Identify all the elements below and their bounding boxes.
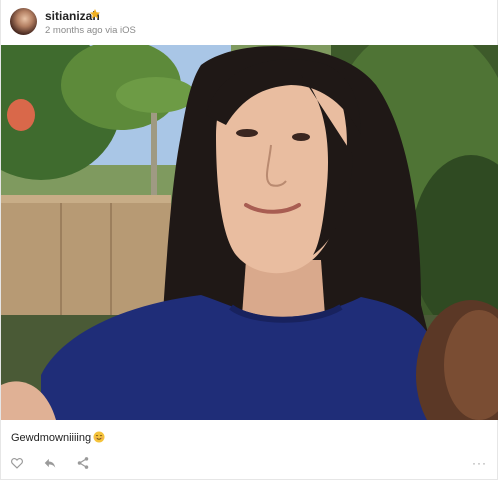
- star-icon: [90, 9, 100, 19]
- post-caption: Gewdmowniiiing: [11, 431, 105, 444]
- caption-text: Gewdmowniiiing: [11, 432, 92, 444]
- reply-arrow-icon[interactable]: [43, 456, 57, 470]
- selfie-illustration: [1, 45, 498, 420]
- share-icon[interactable]: [76, 456, 90, 470]
- post-header: sitianizah 2 months ago via iOS: [1, 0, 498, 44]
- smiling-emoji-icon: [93, 431, 105, 443]
- more-dots-icon[interactable]: ···: [472, 457, 487, 469]
- post-photo[interactable]: [1, 45, 498, 420]
- post-card: sitianizah 2 months ago via iOS Gewdmown…: [0, 0, 498, 480]
- post-timestamp: 2 months ago via iOS: [45, 25, 136, 36]
- post-actions: ···: [1, 452, 498, 476]
- avatar[interactable]: [10, 8, 37, 35]
- heart-icon[interactable]: [10, 456, 24, 470]
